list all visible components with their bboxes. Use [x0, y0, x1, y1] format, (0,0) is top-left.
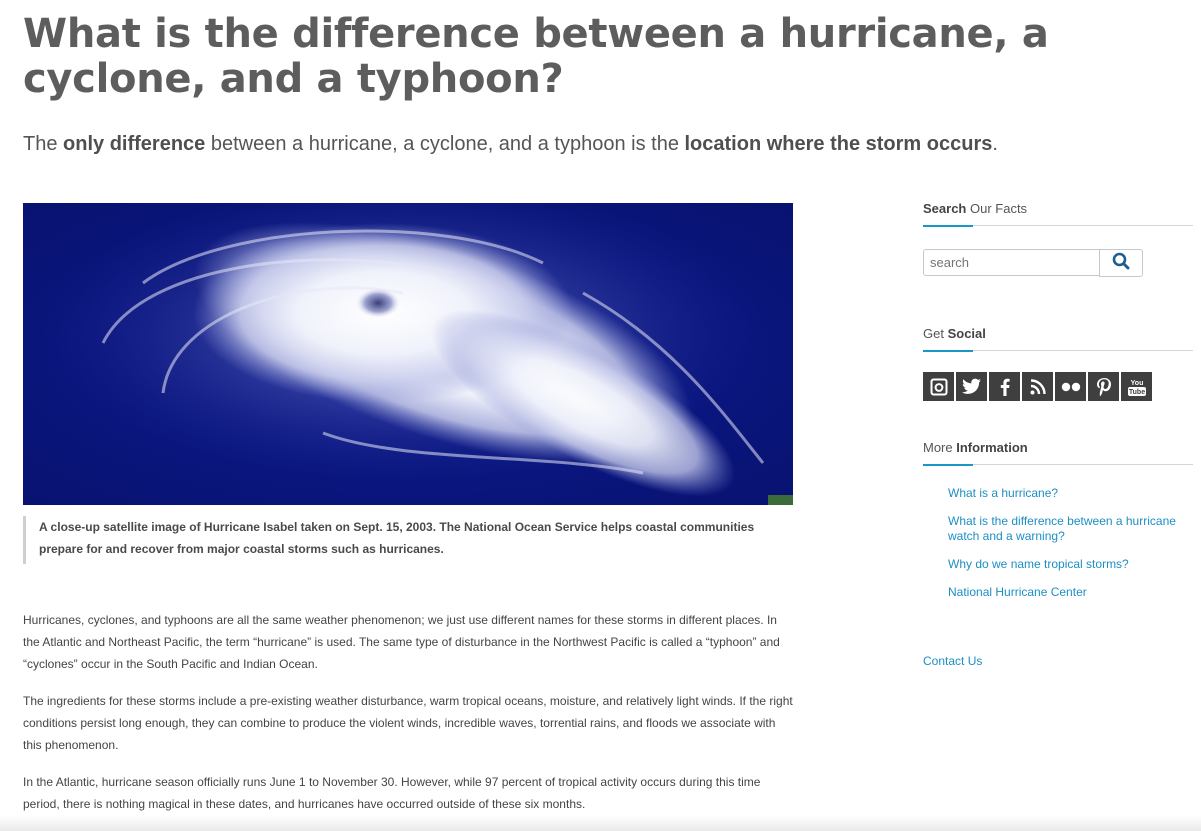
page-subtitle: The only difference between a hurricane,… [23, 133, 998, 155]
search-icon [1112, 252, 1130, 275]
instagram-icon[interactable] [923, 372, 954, 401]
social-links: You Tube [923, 372, 1152, 401]
get-social-heading: Get Social [923, 326, 1193, 352]
svg-text:Tube: Tube [1128, 389, 1144, 396]
flickr-icon[interactable] [1055, 372, 1086, 401]
youtube-icon[interactable]: You Tube [1121, 372, 1152, 401]
hurricane-satellite-image [23, 203, 793, 505]
more-information-links: What is a hurricane? What is the differe… [948, 486, 1188, 613]
rss-icon[interactable] [1022, 372, 1053, 401]
twitter-icon[interactable] [956, 372, 987, 401]
link-national-hurricane-center[interactable]: National Hurricane Center [948, 585, 1188, 600]
image-caption: A close-up satellite image of Hurricane … [23, 516, 783, 564]
contact-us-link[interactable]: Contact Us [923, 654, 982, 668]
page-title: What is the difference between a hurrica… [23, 11, 1049, 102]
article-paragraph-3: In the Atlantic, hurricane season offici… [23, 775, 761, 811]
svg-text:You: You [1130, 380, 1143, 387]
search-facts-heading: Search Our Facts [923, 201, 1193, 227]
more-information-heading: More Information [923, 440, 1193, 466]
article-paragraph-1: Hurricanes, cyclones, and typhoons are a… [23, 613, 780, 671]
article-paragraph-2: The ingredients for these storms include… [23, 694, 793, 752]
facebook-icon[interactable] [989, 372, 1020, 401]
link-name-tropical-storms[interactable]: Why do we name tropical storms? [948, 557, 1188, 572]
search-input[interactable] [923, 249, 1100, 276]
pinterest-icon[interactable] [1088, 372, 1119, 401]
search-button[interactable] [1099, 249, 1143, 277]
link-watch-vs-warning[interactable]: What is the difference between a hurrica… [948, 514, 1188, 544]
bottom-edge-shadow [0, 816, 1201, 831]
link-what-is-a-hurricane[interactable]: What is a hurricane? [948, 486, 1188, 501]
